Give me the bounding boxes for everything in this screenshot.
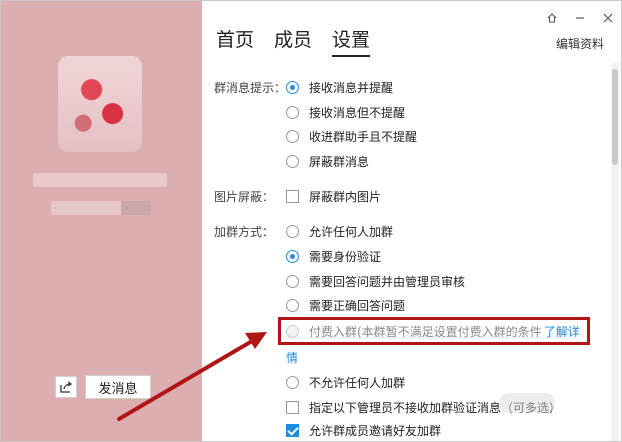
option-label: 收进群助手且不提醒: [309, 129, 418, 144]
checkbox-checked[interactable]: [286, 423, 299, 437]
radio-button[interactable]: [286, 80, 299, 94]
join-method-label: 加群方式：: [214, 225, 275, 239]
tab-settings[interactable]: 设置: [332, 25, 371, 57]
option-label: 屏蔽群消息: [309, 154, 370, 169]
pin-icon[interactable]: [545, 11, 559, 25]
radio-button[interactable]: [286, 129, 299, 143]
group-window: 发消息 首页 成员 设置 编辑资料 群消息提示： 接收消息并提醒 接收消息但不提…: [0, 0, 622, 442]
radio-button[interactable]: [286, 249, 299, 263]
group-avatar: [58, 56, 142, 152]
blurred-group-name: [33, 173, 167, 187]
image-block-option[interactable]: 屏蔽群内图片: [286, 188, 381, 204]
settings-panel: 首页 成员 设置 编辑资料: [202, 1, 621, 441]
tab-members[interactable]: 成员: [274, 25, 312, 57]
option-label: 不允许任何人加群: [309, 375, 406, 390]
option-label: 需要正确回答问题: [309, 298, 406, 313]
radio-button[interactable]: [286, 375, 299, 389]
radio-button[interactable]: [286, 274, 299, 288]
option-label: 需要回答问题并由管理员审核: [309, 274, 466, 289]
learn-more-link-continued[interactable]: 情: [286, 349, 298, 366]
close-icon[interactable]: [601, 11, 615, 25]
watermark-logo: [499, 393, 555, 413]
share-icon: [60, 381, 73, 393]
notify-option-block[interactable]: 屏蔽群消息: [286, 153, 369, 169]
notify-option-assistant[interactable]: 收进群助手且不提醒: [286, 128, 417, 144]
checkbox[interactable]: [286, 189, 299, 203]
checkbox[interactable]: [286, 400, 299, 414]
allow-invite-option[interactable]: 允许群成员邀请好友加群: [286, 422, 441, 438]
notify-option-receive-remind[interactable]: 接收消息并提醒: [286, 79, 393, 95]
notify-label: 群消息提示：: [214, 81, 287, 95]
join-option-verify[interactable]: 需要身份验证: [286, 248, 381, 264]
notify-option-receive-silent[interactable]: 接收消息但不提醒: [286, 104, 405, 120]
minimize-icon[interactable]: [573, 11, 587, 25]
scrollbar-thumb[interactable]: [612, 69, 618, 165]
window-controls: [545, 11, 615, 25]
send-message-button[interactable]: 发消息: [85, 375, 151, 399]
radio-button[interactable]: [286, 298, 299, 312]
join-option-answer-review[interactable]: 需要回答问题并由管理员审核: [286, 273, 465, 289]
group-profile-panel: 发消息: [1, 1, 202, 441]
radio-button[interactable]: [286, 224, 299, 238]
option-label: 接收消息但不提醒: [309, 105, 406, 120]
radio-button[interactable]: [286, 154, 299, 168]
option-label: 允许任何人加群: [309, 224, 394, 239]
join-option-none[interactable]: 不允许任何人加群: [286, 374, 405, 390]
option-label: 接收消息并提醒: [309, 80, 394, 95]
image-block-label: 图片屏蔽：: [214, 190, 275, 204]
option-label: 允许群成员邀请好友加群: [309, 423, 442, 438]
tab-home[interactable]: 首页: [216, 25, 254, 57]
share-button[interactable]: [55, 376, 77, 398]
option-label: 需要身份验证: [309, 249, 382, 264]
tab-bar: 首页 成员 设置: [216, 25, 390, 57]
radio-button[interactable]: [286, 105, 299, 119]
join-option-answer-correct[interactable]: 需要正确回答问题: [286, 297, 405, 313]
annotation-highlight-box: [278, 317, 590, 345]
option-label: 屏蔽群内图片: [309, 189, 382, 204]
edit-profile-link[interactable]: 编辑资料: [556, 35, 604, 52]
blurred-group-id-tail: [121, 201, 151, 215]
join-option-anyone[interactable]: 允许任何人加群: [286, 223, 393, 239]
